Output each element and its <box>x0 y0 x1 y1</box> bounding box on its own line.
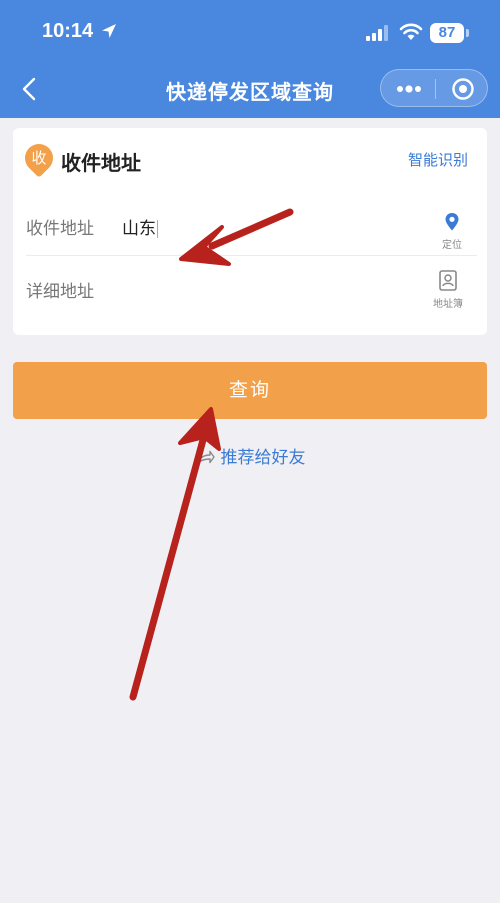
address-card: 收 收件地址 智能识别 收件地址 山东 定位 详细地址 地址簿 <box>13 128 487 335</box>
smart-recognize-link[interactable]: 智能识别 <box>408 149 468 170</box>
text-caret <box>157 220 158 238</box>
address-book-label: 地址簿 <box>433 299 463 310</box>
locate-label: 定位 <box>442 240 462 251</box>
wifi-icon <box>399 23 423 40</box>
address-book-icon <box>439 270 457 291</box>
cellular-signal-icon <box>366 25 388 41</box>
query-button[interactable]: 查询 <box>13 362 487 419</box>
locate-button[interactable]: 定位 <box>427 212 477 251</box>
location-arrow-icon <box>102 24 116 38</box>
address-field-value: 山东 <box>122 219 156 239</box>
app-header: 10:14 87 快递停发区域查询 <box>0 0 500 118</box>
battery-tip <box>466 29 469 37</box>
more-icon[interactable] <box>396 81 422 97</box>
share-label: 推荐给好友 <box>220 448 306 468</box>
address-field-label: 收件地址 <box>26 219 94 239</box>
detail-address-field[interactable]: 详细地址 <box>26 277 94 302</box>
status-time: 10:14 <box>42 20 94 42</box>
address-book-button[interactable]: 地址簿 <box>423 270 473 310</box>
address-field-input[interactable]: 山东 <box>122 214 158 239</box>
share-icon <box>196 450 215 464</box>
card-title: 收件地址 <box>61 151 141 175</box>
receive-badge-text: 收 <box>31 149 47 167</box>
close-target-icon[interactable] <box>451 77 475 101</box>
share-to-friends-link[interactable]: 推荐给好友 <box>0 443 500 468</box>
battery-indicator: 87 <box>430 23 464 43</box>
location-pin-icon <box>445 213 459 231</box>
row-divider <box>26 255 477 256</box>
capsule-divider <box>435 79 436 99</box>
mini-program-capsule <box>380 69 488 107</box>
